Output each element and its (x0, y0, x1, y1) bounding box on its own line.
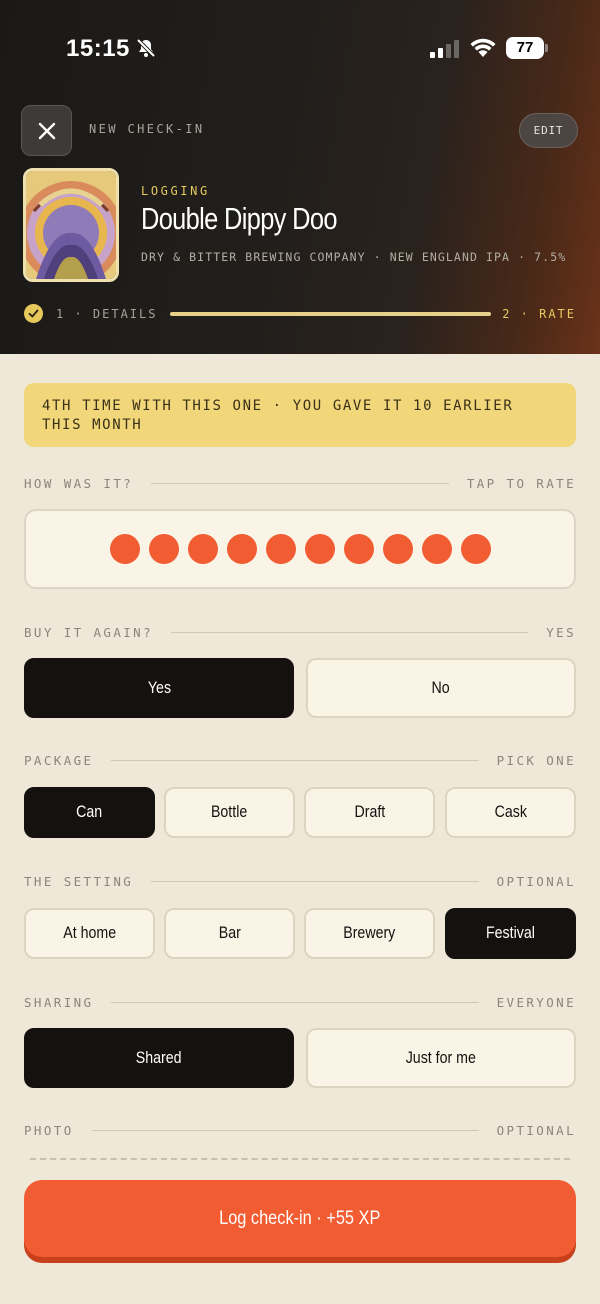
history-banner: 4TH TIME WITH THIS ONE · YOU GAVE IT 10 … (24, 383, 576, 447)
package-bottle-button[interactable]: Bottle (164, 787, 295, 838)
photo-dropzone[interactable] (30, 1158, 570, 1166)
option-label: Festival (486, 924, 535, 942)
progress-track (170, 312, 491, 316)
divider (151, 482, 449, 484)
option-label: Bottle (211, 803, 248, 821)
page-title: NEW CHECK-IN (89, 122, 205, 136)
rating-dot-10[interactable] (460, 534, 491, 564)
beer-label-image (23, 168, 119, 282)
divider (171, 631, 529, 633)
rating-dot-5[interactable] (265, 534, 296, 564)
battery-level: 77 (506, 37, 544, 59)
divider (111, 1001, 479, 1003)
setting-bar-button[interactable]: Bar (164, 908, 295, 959)
setting-section-header: THE SETTING OPTIONAL (24, 871, 576, 891)
buy-again-no-button[interactable]: No (306, 658, 576, 718)
section-label: BUY IT AGAIN? (24, 624, 154, 640)
package-draft-button[interactable]: Draft (304, 787, 435, 838)
section-label: PACKAGE (24, 752, 94, 768)
rating-dot-4[interactable] (226, 534, 257, 564)
sharing-private-button[interactable]: Just for me (306, 1028, 576, 1088)
step-details[interactable]: 1 · DETAILS (56, 307, 157, 321)
beer-label-art (26, 171, 116, 279)
status-time: 15:15 (66, 35, 130, 62)
section-label: THE SETTING (24, 873, 134, 889)
rating-dot-9[interactable] (421, 534, 452, 564)
package-cask-button[interactable]: Cask (445, 787, 576, 838)
edit-button[interactable]: EDIT (519, 113, 578, 148)
section-label: PHOTO (24, 1122, 74, 1138)
setting-at-home-button[interactable]: At home (24, 908, 155, 959)
section-hint: PICK ONE (496, 752, 576, 768)
sharing-shared-button[interactable]: Shared (24, 1028, 294, 1088)
option-label: Draft (354, 803, 385, 821)
battery-icon: 77 (506, 37, 548, 59)
header: 15:15 77 NEW CHECK-IN EDIT LOGGING Doubl… (0, 0, 600, 354)
divider (151, 880, 479, 882)
rating-dot-2[interactable] (148, 534, 179, 564)
beer-name: Double Dippy Doo (141, 201, 337, 236)
divider (111, 759, 479, 761)
option-label: Cask (494, 803, 527, 821)
option-label: Brewery (343, 924, 396, 942)
step-progress: 1 · DETAILS 2 · RATE (24, 304, 576, 324)
rating-section-header: HOW WAS IT? TAP TO RATE (24, 473, 576, 493)
bell-slash-icon (136, 38, 156, 58)
rating-dot-7[interactable] (343, 534, 374, 564)
step-rate[interactable]: 2 · RATE (502, 307, 576, 321)
signal-icon (430, 40, 459, 58)
logging-label: LOGGING (141, 184, 210, 198)
option-label: Yes (147, 678, 171, 697)
rating-dot-6[interactable] (304, 534, 335, 564)
battery-nub (545, 44, 548, 52)
divider (91, 1129, 479, 1131)
option-label: Shared (136, 1048, 182, 1067)
option-label: Just for me (405, 1048, 477, 1067)
section-hint: OPTIONAL (496, 873, 576, 889)
setting-festival-button[interactable]: Festival (445, 908, 576, 959)
option-label: Can (76, 803, 103, 821)
check-icon (28, 309, 39, 318)
package-section-header: PACKAGE PICK ONE (24, 750, 576, 770)
option-label: At home (63, 924, 116, 942)
beer-meta: DRY & BITTER BREWING COMPANY · NEW ENGLA… (141, 250, 567, 264)
section-hint: OPTIONAL (496, 1122, 576, 1138)
log-checkin-button[interactable]: Log check-in · +55 XP (24, 1180, 576, 1257)
rating-dot-3[interactable] (187, 534, 218, 564)
section-value: YES (546, 624, 576, 640)
close-icon (38, 122, 55, 139)
cta-label: Log check-in · +55 XP (219, 1207, 381, 1229)
setting-brewery-button[interactable]: Brewery (304, 908, 435, 959)
section-hint: TAP TO RATE (466, 475, 576, 491)
buy-again-yes-button[interactable]: Yes (24, 658, 294, 718)
option-label: Bar (218, 924, 241, 942)
close-button[interactable] (21, 105, 72, 156)
section-label: SHARING (24, 994, 94, 1010)
sharing-section-header: SHARING EVERYONE (24, 992, 576, 1012)
wifi-icon (470, 38, 496, 57)
rating-selector (24, 509, 576, 589)
option-label: No (431, 678, 451, 697)
buy-again-section-header: BUY IT AGAIN? YES (24, 622, 576, 642)
rating-dot-1[interactable] (109, 534, 140, 564)
section-value: EVERYONE (496, 994, 576, 1010)
step-complete-badge (24, 304, 43, 323)
package-can-button[interactable]: Can (24, 787, 155, 838)
photo-section-header: PHOTO OPTIONAL (24, 1120, 576, 1140)
rating-dot-8[interactable] (382, 534, 413, 564)
status-bar: 15:15 77 (0, 0, 600, 96)
section-label: HOW WAS IT? (24, 475, 134, 491)
